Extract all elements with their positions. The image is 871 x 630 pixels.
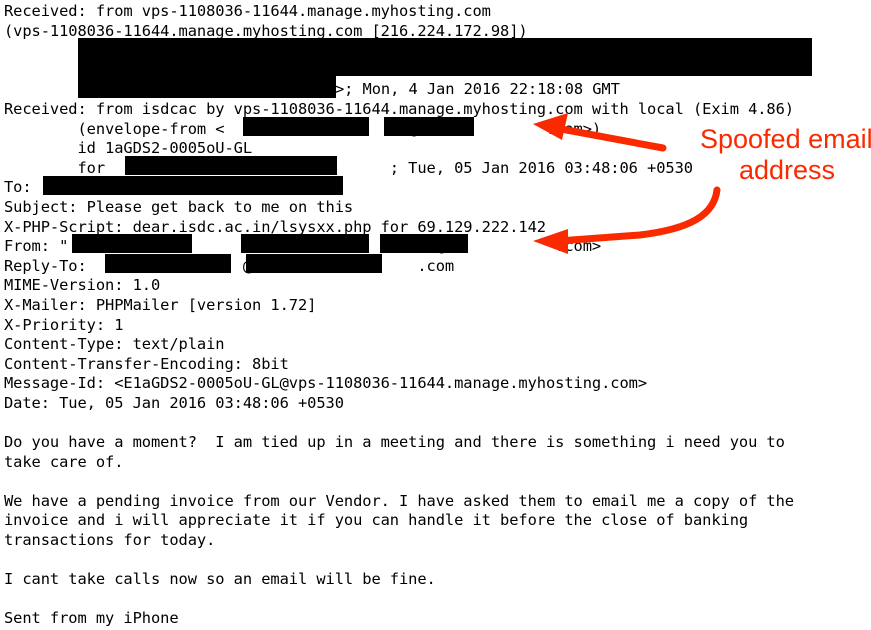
body-line-8: I cant take calls now so an email will b… [4,570,436,589]
annotation-text-line-2: address [739,155,836,185]
redaction-bar-from-domain [380,234,468,253]
header-line-subject: Subject: Please get back to me on this [4,198,354,216]
redaction-bar-from-display-name [72,234,192,253]
header-line-x-mailer: X-Mailer: PHPMailer [version 1.72] [4,296,317,314]
annotation-text-line-1: Spoofed email [700,124,871,154]
header-line-date: Date: Tue, 05 Jan 2016 03:48:06 +0530 [4,394,344,412]
body-line-5: invoice and i will appreciate it if you … [4,511,749,530]
redaction-bar-received-block-narrow [78,76,336,98]
header-line-x-priority: X-Priority: 1 [4,315,124,334]
header-line-content-transfer-encoding: Content-Transfer-Encoding: 8bit [4,354,289,373]
header-line-received-1: Received: from vps-1108036-11644.manage.… [4,2,491,20]
header-line-message-id: Message-Id: <E1aGDS2-0005oU-GL@vps-11080… [4,374,648,393]
header-line-received-1-date: >; Mon, 4 Jan 2016 22:18:08 GMT [335,80,620,99]
email-source-screenshot: Received: from vps-1108036-11644.manage.… [0,0,871,630]
redaction-bar-reply-to-domain [246,254,382,273]
redaction-bar-from-local-part [241,234,369,253]
body-line-6: transactions for today. [4,531,216,549]
body-line-4: We have a pending invoice from our Vendo… [4,491,794,510]
body-line-10: Sent from my iPhone [4,609,179,628]
redaction-bar-envelope-from-domain [384,117,474,136]
redaction-bar-for-recipient [125,156,337,175]
body-line-2: take care of. [4,452,124,471]
header-line-content-type: Content-Type: text/plain [4,335,225,354]
header-line-mime-version: MIME-Version: 1.0 [4,276,161,295]
redaction-bar-reply-to-local-part [105,254,231,273]
redaction-bar-received-block-wide [78,38,812,76]
body-line-1: Do you have a moment? I am tied up in a … [4,433,785,451]
header-line-to: To: [4,178,32,197]
redaction-bar-envelope-from-local [243,117,369,136]
redaction-bar-to-recipient [43,176,343,195]
